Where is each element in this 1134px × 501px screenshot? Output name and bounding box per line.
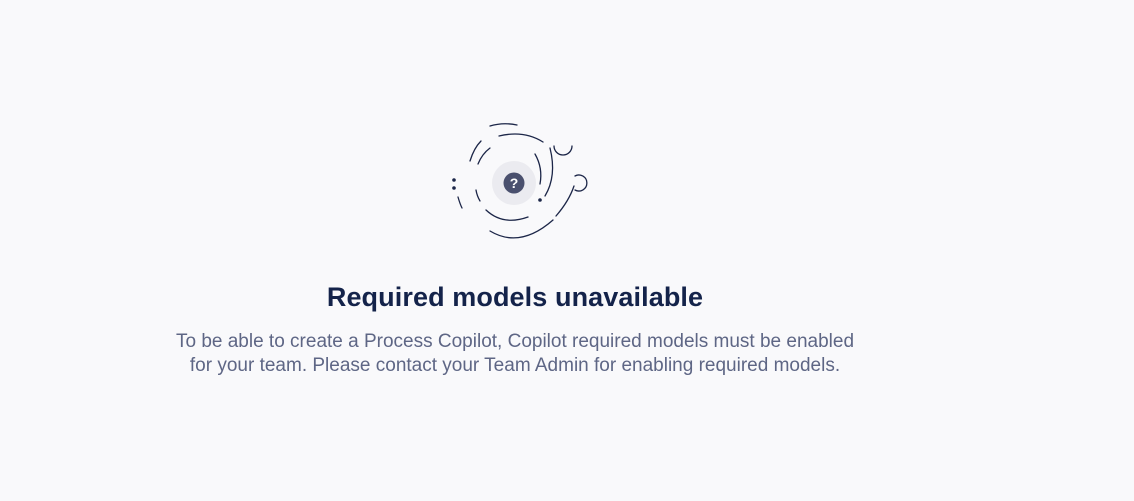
orbit-arc bbox=[534, 153, 542, 185]
orbit-arc bbox=[457, 196, 463, 209]
orbit-dot bbox=[538, 198, 542, 202]
orbit-arc bbox=[485, 209, 529, 221]
empty-state-title: Required models unavailable bbox=[326, 282, 704, 312]
orbit-arc bbox=[469, 140, 482, 162]
orbit-illustration: ? bbox=[440, 116, 590, 250]
required-models-empty-state: ? Required models unavailable To be able… bbox=[0, 0, 1134, 501]
orbit-arc bbox=[498, 133, 544, 143]
orbit-arc bbox=[475, 189, 481, 202]
question-mark-glyph: ? bbox=[510, 175, 519, 191]
orbit-arc bbox=[544, 147, 554, 197]
orbit-moon bbox=[574, 174, 588, 192]
orbit-moon bbox=[553, 145, 573, 156]
empty-state-description-line: To be able to create a Process Copilot, … bbox=[175, 331, 855, 352]
empty-state-description-line: for your team. Please contact your Team … bbox=[189, 355, 841, 376]
orbit-arc bbox=[477, 147, 491, 165]
orbit-arc bbox=[489, 123, 518, 127]
orbit-dot bbox=[452, 178, 456, 182]
orbit-dot bbox=[452, 186, 456, 190]
orbit-arc bbox=[555, 185, 575, 217]
orbit-arc bbox=[489, 219, 554, 239]
empty-state-description: To be able to create a Process Copilot, … bbox=[0, 330, 1030, 378]
orbit-illustration-svg: ? bbox=[452, 123, 588, 239]
